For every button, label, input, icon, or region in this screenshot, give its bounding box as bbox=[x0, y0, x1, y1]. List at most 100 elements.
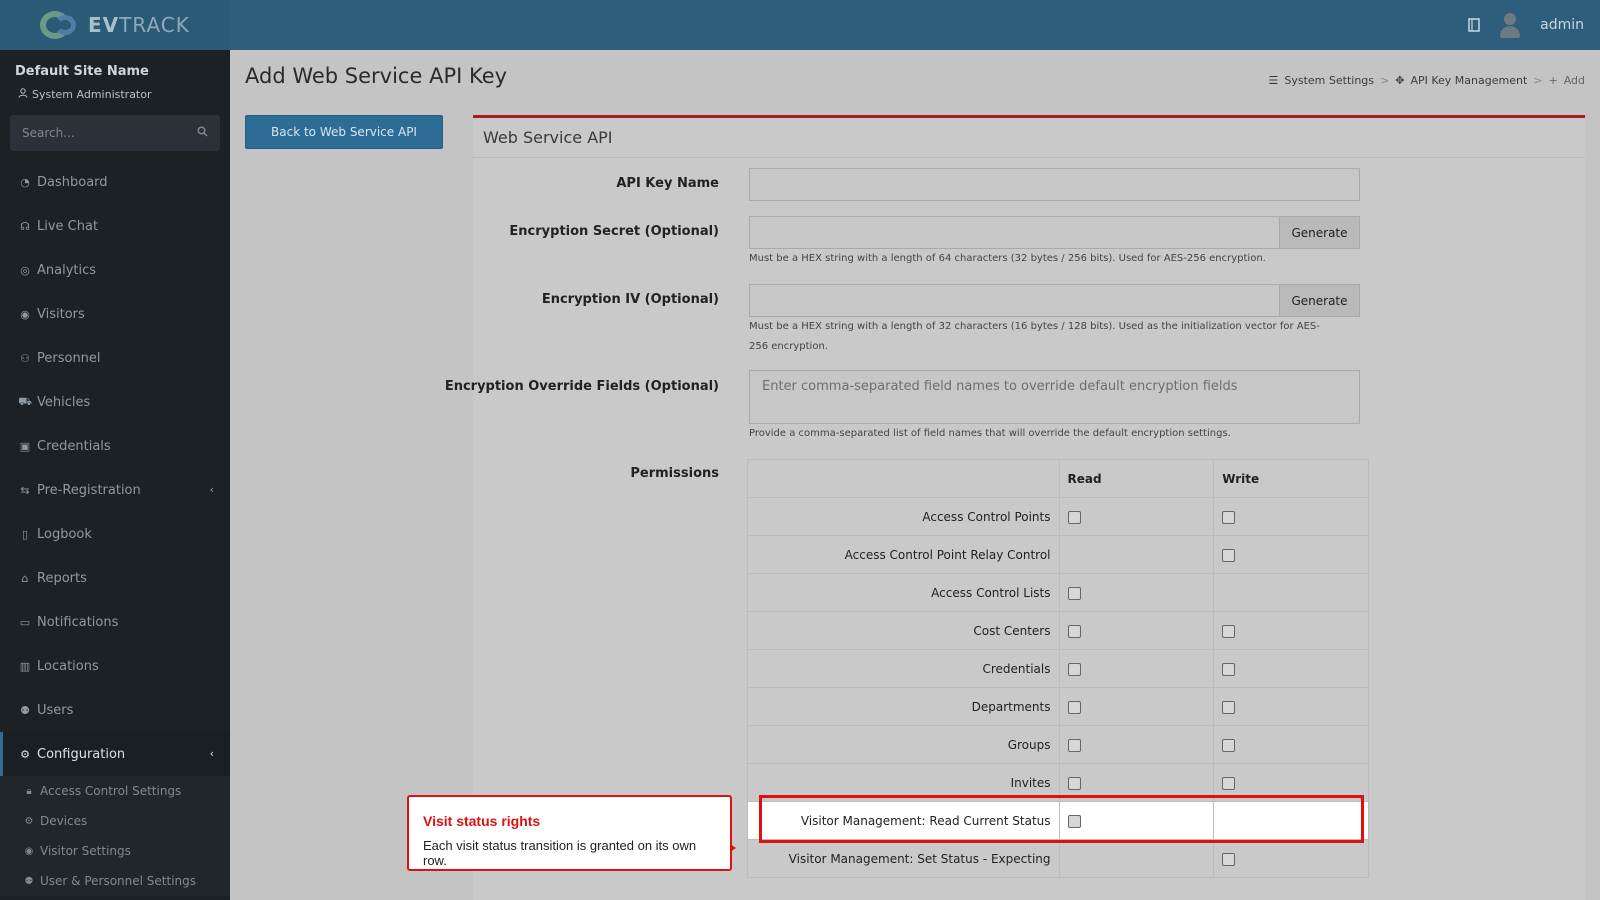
subitem-visitor-settings[interactable]: ◉ Visitor Settings bbox=[0, 836, 230, 866]
api-key-name-input[interactable] bbox=[749, 168, 1360, 201]
plus-icon: + bbox=[1548, 74, 1558, 87]
breadcrumb-add: Add bbox=[1563, 74, 1585, 87]
gear-icon: ⚙ bbox=[20, 747, 30, 761]
write-checkbox[interactable] bbox=[1222, 700, 1236, 714]
permission-name: Cost Centers bbox=[747, 611, 1060, 650]
sidebar-item-dashboard[interactable]: ◔ Dashboard bbox=[0, 160, 230, 204]
sidebar-item-label: Credentials bbox=[37, 438, 111, 454]
permission-name: Groups bbox=[747, 725, 1060, 764]
generate-secret-button[interactable]: Generate bbox=[1280, 216, 1360, 249]
sidebar: Default Site Name System Administrator ◔… bbox=[0, 50, 230, 900]
read-column-header: Read bbox=[1058, 459, 1215, 498]
sidebar-item-label: Users bbox=[37, 702, 74, 718]
sidebar-item-pre-registration[interactable]: ⇆ Pre-Registration ‹ bbox=[0, 468, 230, 512]
chevron-left-icon[interactable]: ‹ bbox=[210, 483, 214, 496]
id-card-icon: ▣ bbox=[19, 439, 31, 453]
read-cell bbox=[1058, 649, 1215, 688]
callout-body: Each visit status transition is granted … bbox=[423, 838, 697, 868]
sidebar-item-visitors[interactable]: ◉ Visitors bbox=[0, 292, 230, 336]
table-row: Access Control Point Relay Control bbox=[747, 535, 1369, 574]
book-icon: ▯ bbox=[21, 527, 29, 541]
write-checkbox[interactable] bbox=[1222, 738, 1236, 752]
users-icon: ⚉ bbox=[20, 703, 30, 717]
write-checkbox[interactable] bbox=[1222, 510, 1236, 524]
chevron-left-icon[interactable]: ‹ bbox=[210, 747, 214, 760]
read-cell bbox=[1058, 573, 1215, 612]
book-icon[interactable] bbox=[1468, 18, 1480, 32]
read-checkbox[interactable] bbox=[1067, 738, 1081, 752]
sidebar-item-credentials[interactable]: ▣ Credentials bbox=[0, 424, 230, 468]
highlight-box bbox=[759, 795, 1364, 843]
user-icon bbox=[18, 88, 28, 101]
sidebar-item-personnel[interactable]: ⚇ Personnel bbox=[0, 336, 230, 380]
sidebar-item-vehicles[interactable]: ⛟ Vehicles bbox=[0, 380, 230, 424]
sidebar-item-reports[interactable]: ⌂ Reports bbox=[0, 556, 230, 600]
page-title: Add Web Service API Key bbox=[245, 64, 508, 88]
read-checkbox[interactable] bbox=[1067, 700, 1081, 714]
encryption-override-textarea[interactable]: Enter comma-separated field names to ove… bbox=[749, 370, 1360, 424]
search-icon[interactable] bbox=[197, 125, 208, 141]
encryption-secret-input[interactable] bbox=[749, 216, 1280, 249]
sidebar-item-label: Analytics bbox=[37, 262, 97, 278]
permission-name: Access Control Point Relay Control bbox=[747, 535, 1060, 574]
encryption-iv-group: Generate bbox=[749, 284, 1360, 317]
write-checkbox[interactable] bbox=[1222, 662, 1236, 676]
permission-name: Visitor Management: Set Status - Expecti… bbox=[747, 839, 1060, 878]
write-checkbox[interactable] bbox=[1222, 548, 1236, 562]
sidebar-search[interactable] bbox=[10, 115, 220, 151]
sidebar-item-notifications[interactable]: ▭ Notifications bbox=[0, 600, 230, 644]
subitem-devices[interactable]: ⚙ Devices bbox=[0, 806, 230, 836]
logo-text: EVTRACK bbox=[88, 13, 190, 37]
sidebar-item-label: Configuration bbox=[37, 746, 126, 762]
breadcrumb-system-settings[interactable]: System Settings bbox=[1284, 74, 1374, 87]
write-cell bbox=[1213, 535, 1369, 574]
write-cell bbox=[1213, 839, 1369, 878]
table-row: Departments bbox=[747, 687, 1369, 726]
search-input[interactable] bbox=[22, 126, 172, 140]
user-name[interactable]: admin bbox=[1540, 17, 1584, 33]
sidebar-item-label: Reports bbox=[37, 570, 87, 586]
logo[interactable]: EVTRACK bbox=[0, 0, 230, 50]
permissions-header-row: Read Write bbox=[747, 459, 1369, 498]
read-cell bbox=[1058, 725, 1215, 764]
encryption-iv-input[interactable] bbox=[749, 284, 1280, 317]
sidebar-item-live-chat[interactable]: ☊ Live Chat bbox=[0, 204, 230, 248]
sidebar-item-locations[interactable]: ▥ Locations bbox=[0, 644, 230, 688]
subitem-label: Visitor Settings bbox=[40, 844, 131, 858]
read-checkbox[interactable] bbox=[1067, 776, 1081, 790]
avatar[interactable] bbox=[1498, 11, 1522, 39]
table-row: Access Control Lists bbox=[747, 573, 1369, 612]
encryption-override-help: Provide a comma-separated list of field … bbox=[749, 428, 1231, 439]
sidebar-item-users[interactable]: ⚉ Users bbox=[0, 688, 230, 732]
subitem-user-personnel-settings[interactable]: ⚉ User & Personnel Settings bbox=[0, 866, 230, 896]
subitem-label: Devices bbox=[40, 814, 88, 828]
breadcrumb-api-key-management[interactable]: API Key Management bbox=[1410, 74, 1527, 87]
back-to-web-service-api-button[interactable]: Back to Web Service API bbox=[245, 115, 443, 149]
write-cell bbox=[1213, 725, 1369, 764]
callout-title: Visit status rights bbox=[423, 813, 541, 829]
user-role: System Administrator bbox=[18, 88, 152, 101]
subitem-access-control-settings[interactable]: 🔒︎ Access Control Settings bbox=[0, 776, 230, 806]
sliders-icon: ☰ bbox=[1268, 74, 1279, 87]
encryption-iv-help: Must be a HEX string with a length of 32… bbox=[749, 321, 1320, 352]
read-checkbox[interactable] bbox=[1067, 662, 1081, 676]
eye-icon: ◉ bbox=[20, 307, 30, 321]
generate-iv-button[interactable]: Generate bbox=[1280, 284, 1360, 317]
write-checkbox[interactable] bbox=[1222, 776, 1236, 790]
read-checkbox[interactable] bbox=[1067, 624, 1081, 638]
write-checkbox[interactable] bbox=[1222, 852, 1236, 866]
read-checkbox[interactable] bbox=[1067, 510, 1081, 524]
write-cell bbox=[1213, 687, 1369, 726]
breadcrumb-separator: > bbox=[1533, 74, 1543, 87]
read-cell bbox=[1058, 497, 1215, 536]
sidebar-item-label: Live Chat bbox=[37, 218, 99, 234]
read-checkbox[interactable] bbox=[1067, 586, 1081, 600]
read-cell bbox=[1058, 687, 1215, 726]
write-checkbox[interactable] bbox=[1222, 624, 1236, 638]
sidebar-item-configuration[interactable]: ⚙ Configuration ‹ bbox=[0, 732, 230, 776]
sidebar-item-analytics[interactable]: ◎ Analytics bbox=[0, 248, 230, 292]
site-name: Default Site Name bbox=[15, 64, 149, 79]
api-key-name-label: API Key Name bbox=[616, 176, 719, 191]
sidebar-item-logbook[interactable]: ▯ Logbook bbox=[0, 512, 230, 556]
encryption-secret-help: Must be a HEX string with a length of 64… bbox=[749, 253, 1266, 264]
